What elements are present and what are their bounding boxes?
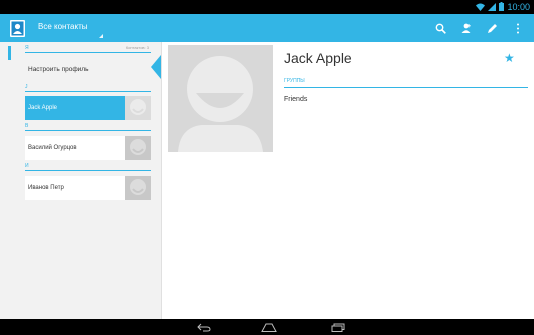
contact-count: Контактов: 3 xyxy=(125,45,149,50)
section-header-me: Я Контактов: 3 xyxy=(25,45,151,53)
contact-thumbnail xyxy=(125,176,151,200)
add-contact-icon[interactable] xyxy=(458,20,474,36)
contact-name: Иванов Петр xyxy=(28,185,64,191)
back-icon[interactable] xyxy=(192,321,216,333)
search-icon[interactable] xyxy=(432,20,448,36)
section-header-i: И xyxy=(25,163,151,171)
selection-indicator xyxy=(151,55,161,79)
account-filter-spinner[interactable]: Все контакты xyxy=(38,22,88,31)
recent-apps-icon[interactable] xyxy=(326,321,350,333)
contact-display-name: Jack Apple xyxy=(284,50,352,66)
setup-profile-link[interactable]: Настроить профиль xyxy=(25,58,151,82)
section-letter: J xyxy=(25,84,28,90)
contact-detail: Jack Apple ★ ГРУППЫ Friends xyxy=(162,42,534,319)
contact-list-item[interactable]: Иванов Петр xyxy=(25,176,151,200)
spinner-triangle-icon xyxy=(99,34,103,38)
groups-section-header: ГРУППЫ xyxy=(284,78,528,88)
home-icon[interactable] xyxy=(257,321,281,333)
section-letter: В xyxy=(25,123,29,129)
status-icons: 10:00 xyxy=(476,1,530,13)
contact-thumbnail xyxy=(125,136,151,160)
section-letter: И xyxy=(25,163,29,169)
section-header-j: J xyxy=(25,84,151,92)
groups-value: Friends xyxy=(284,96,308,103)
status-time: 10:00 xyxy=(507,2,530,12)
contact-list[interactable]: Я Контактов: 3 Настроить профиль J Jack … xyxy=(0,42,162,319)
section-header-v: В xyxy=(25,123,151,131)
navigation-bar xyxy=(0,319,534,335)
contact-list-item[interactable]: Василий Огурцов xyxy=(25,136,151,160)
contact-name: Jack Apple xyxy=(28,105,58,111)
star-icon[interactable]: ★ xyxy=(504,51,515,65)
contact-name: Василий Огурцов xyxy=(28,145,77,151)
status-bar: 10:00 xyxy=(0,0,534,14)
contact-list-item[interactable]: Jack Apple xyxy=(25,96,151,120)
edit-icon[interactable] xyxy=(484,20,500,36)
contacts-app-icon[interactable] xyxy=(10,20,25,37)
action-bar: Все контакты xyxy=(0,14,534,42)
fast-scroll-thumb[interactable] xyxy=(8,46,11,60)
overflow-menu-icon[interactable] xyxy=(510,20,526,36)
contact-photo[interactable] xyxy=(168,45,273,152)
action-buttons xyxy=(432,20,526,36)
section-letter: Я xyxy=(25,45,29,51)
contact-thumbnail xyxy=(125,96,151,120)
